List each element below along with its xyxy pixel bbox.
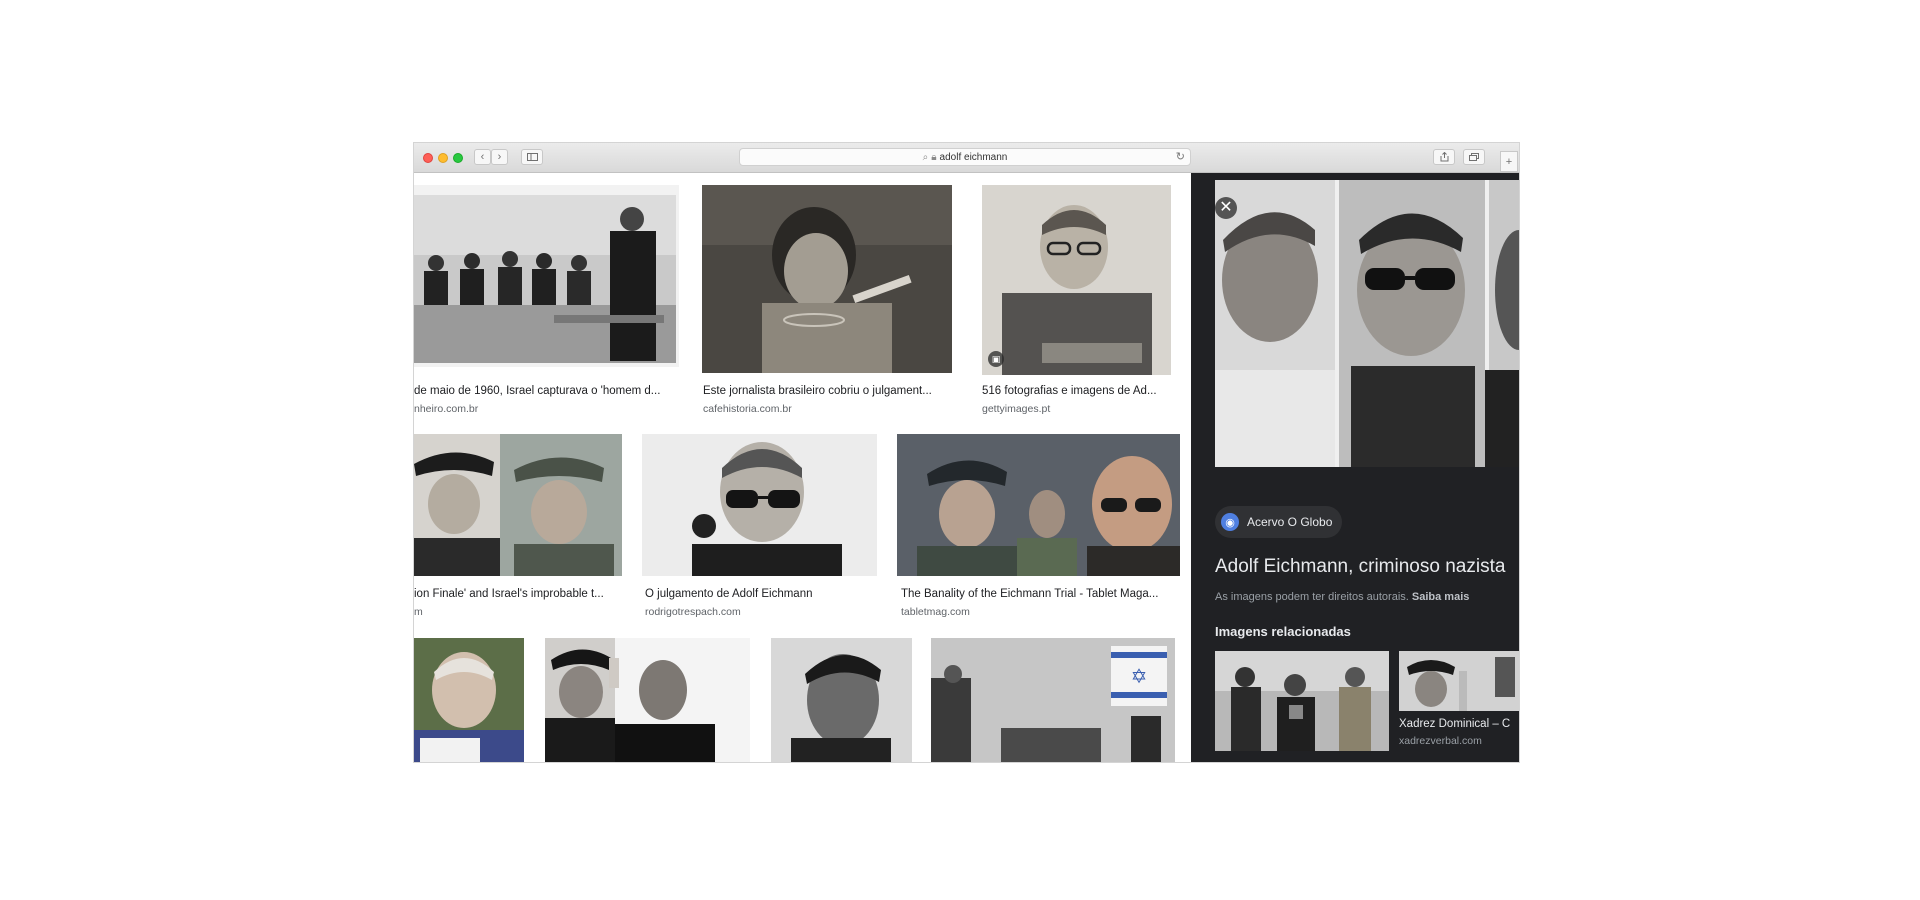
result-caption[interactable]: ion Finale' and Israel's improbable t...	[414, 588, 622, 600]
address-bar[interactable]: ⌕ 🔒︎ adolf eichmann ↻	[739, 148, 1191, 166]
result-source: gettyimages.pt	[982, 403, 1051, 415]
result-thumbnail[interactable]: ▣	[982, 185, 1171, 375]
minimize-window-button[interactable]	[438, 153, 448, 163]
preview-image[interactable]	[1215, 180, 1519, 467]
address-text: adolf eichmann	[939, 151, 1008, 163]
copyright-notice: As imagens podem ter direitos autorais. …	[1215, 591, 1469, 603]
related-thumbnail[interactable]	[1215, 651, 1389, 751]
learn-more-link[interactable]: Saiba mais	[1412, 591, 1469, 603]
source-chip[interactable]: ◉ Acervo O Globo	[1215, 506, 1343, 538]
close-panel-button[interactable]: ✕	[1215, 197, 1237, 219]
source-chip-label: Acervo O Globo	[1247, 515, 1333, 529]
result-caption[interactable]: The Banality of the Eichmann Trial - Tab…	[901, 588, 1181, 600]
zoom-window-button[interactable]	[453, 153, 463, 163]
result-source: cafehistoria.com.br	[703, 403, 792, 415]
sidebar-icon	[526, 153, 538, 161]
new-tab-icon: +	[1505, 155, 1513, 168]
browser-window: ‹ › ⌕ 🔒︎ adolf eichmann ↻ + de maio de 1…	[414, 143, 1519, 762]
related-caption[interactable]: Xadrez Dominical – C	[1399, 718, 1510, 730]
back-button[interactable]: ‹	[474, 149, 491, 165]
forward-icon: ›	[497, 151, 502, 163]
reload-icon[interactable]: ↻	[1176, 150, 1185, 163]
related-images-heading: Imagens relacionadas	[1215, 624, 1351, 639]
tabs-icon	[1469, 153, 1479, 161]
panel-title[interactable]: Adolf Eichmann, criminoso nazista	[1215, 556, 1505, 578]
forward-button[interactable]: ›	[491, 149, 508, 165]
search-icon: ⌕	[922, 151, 929, 163]
new-tab-button[interactable]: +	[1500, 151, 1518, 172]
share-button[interactable]	[1433, 149, 1455, 165]
copyright-text: As imagens podem ter direitos autorais.	[1215, 591, 1409, 603]
result-caption[interactable]: O julgamento de Adolf Eichmann	[645, 588, 877, 600]
related-source: xadrezverbal.com	[1399, 735, 1482, 747]
result-source: m	[414, 606, 423, 618]
image-results-grid: de maio de 1960, Israel capturava o 'hom…	[414, 173, 1191, 762]
sidebar-button[interactable]	[521, 149, 543, 165]
related-thumbnail[interactable]	[1399, 651, 1519, 711]
close-icon: ✕	[1219, 199, 1233, 216]
back-icon: ‹	[480, 151, 485, 163]
image-icon: ▣	[988, 351, 1004, 367]
close-window-button[interactable]	[423, 153, 433, 163]
result-caption[interactable]: de maio de 1960, Israel capturava o 'hom…	[414, 385, 679, 397]
tabs-overview-button[interactable]	[1463, 149, 1485, 165]
result-thumbnail[interactable]	[897, 434, 1180, 576]
result-thumbnail[interactable]	[545, 638, 750, 762]
globe-icon: ◉	[1221, 513, 1239, 531]
result-thumbnail[interactable]	[414, 638, 524, 762]
result-thumbnail[interactable]	[702, 185, 952, 373]
result-source: rodrigotrespach.com	[645, 606, 741, 618]
lock-icon: 🔒︎	[931, 151, 937, 163]
result-thumbnail[interactable]	[414, 185, 679, 367]
result-thumbnail[interactable]	[771, 638, 912, 762]
image-detail-panel: ✕ ◉ Acervo O Globo Adolf Eichmann, crimi…	[1191, 173, 1519, 762]
browser-toolbar: ‹ › ⌕ 🔒︎ adolf eichmann ↻ +	[414, 143, 1519, 173]
result-caption[interactable]: Este jornalista brasileiro cobriu o julg…	[703, 385, 953, 397]
result-source: nheiro.com.br	[414, 403, 479, 415]
result-caption[interactable]: 516 fotografias e imagens de Ad...	[982, 385, 1171, 397]
svg-text:✡: ✡	[1131, 664, 1148, 688]
share-icon	[1440, 152, 1448, 162]
result-thumbnail[interactable]: ✡	[931, 638, 1175, 762]
result-thumbnail[interactable]	[642, 434, 877, 576]
result-source: tabletmag.com	[901, 606, 970, 618]
result-thumbnail[interactable]	[414, 434, 622, 576]
